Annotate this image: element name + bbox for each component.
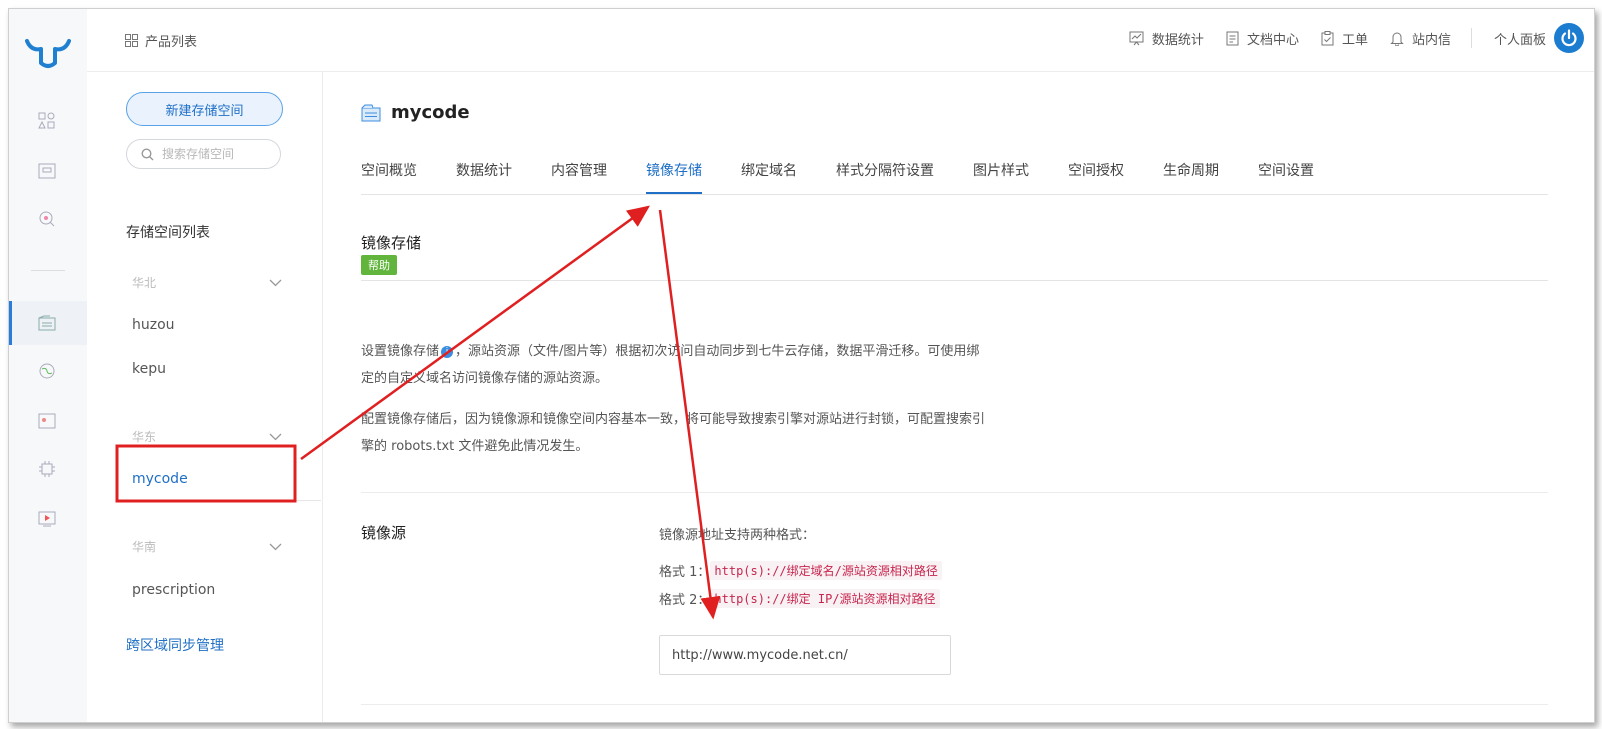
tab-separator-settings[interactable]: 样式分隔符设置 xyxy=(836,158,934,194)
region-north[interactable]: 华北 xyxy=(132,274,282,291)
tab-lifecycle[interactable]: 生命周期 xyxy=(1163,158,1219,194)
cross-region-sync-link[interactable]: 跨区域同步管理 xyxy=(126,635,224,655)
bucket-search-input[interactable] xyxy=(160,146,274,162)
app-window: 产品列表 数据统计 文档中心 工单 站内信 个人面板 新建存储空间 搜索存储空间… xyxy=(8,8,1595,723)
tab-statistics[interactable]: 数据统计 xyxy=(456,158,512,194)
header-nav: 数据统计 文档中心 工单 站内信 个人面板 xyxy=(1107,23,1584,53)
main-content: mycode 空间概览 数据统计 内容管理 镜像存储 绑定域名 样式分隔符设置 … xyxy=(323,72,1594,722)
description-lead: 设置镜像存储 xyxy=(361,344,440,359)
nav-divider xyxy=(1470,28,1472,48)
bucket-header: mycode xyxy=(361,102,470,123)
chevron-down-icon xyxy=(269,279,282,286)
help-badge[interactable]: 帮助 xyxy=(361,255,397,275)
tab-image-styles[interactable]: 图片样式 xyxy=(973,158,1029,194)
nav-ticket-label: 工单 xyxy=(1341,32,1368,48)
product-list-label: 产品列表 xyxy=(145,35,198,50)
bucket-title: mycode xyxy=(391,102,470,123)
bucket-sidebar: 新建存储空间 存储空间列表 华北 huzou kepu 华东 mycode 华南… xyxy=(87,72,323,722)
bucket-item-mycode[interactable]: mycode xyxy=(132,471,188,487)
search-ops-icon[interactable] xyxy=(37,209,57,229)
bucket-item-prescription[interactable]: prescription xyxy=(132,582,215,598)
mirror-source-input[interactable] xyxy=(659,635,951,675)
nav-ticket[interactable]: 工单 xyxy=(1321,29,1368,48)
storage-icon[interactable] xyxy=(37,313,57,333)
tab-authorization[interactable]: 空间授权 xyxy=(1068,158,1124,194)
format-1-code: http(s)://绑定域名/源站资源相对路径 xyxy=(710,561,942,580)
chip-icon[interactable] xyxy=(37,459,57,479)
region-north-label: 华北 xyxy=(132,276,157,290)
region-east[interactable]: 华东 xyxy=(132,428,282,445)
qiniu-logo[interactable] xyxy=(23,33,73,73)
bell-icon xyxy=(1390,32,1404,46)
tab-overview[interactable]: 空间概览 xyxy=(361,158,417,194)
chevron-down-icon xyxy=(269,433,282,440)
format-2-code: http(s)://绑定 IP/源站资源相对路径 xyxy=(710,589,940,608)
nav-data-stats-label: 数据统计 xyxy=(1151,32,1204,48)
bucket-list-title: 存储空间列表 xyxy=(126,225,210,241)
document-icon xyxy=(1226,31,1239,45)
rail-divider xyxy=(31,270,65,271)
tab-settings[interactable]: 空间设置 xyxy=(1258,158,1314,194)
divider xyxy=(361,280,1548,281)
new-bucket-button[interactable]: 新建存储空间 xyxy=(126,92,283,126)
mirror-source-label: 镜像源 xyxy=(361,524,407,542)
region-east-label: 华东 xyxy=(132,430,157,444)
description-rest: ，源站资源（文件/图片等）根据初次访问自动同步到七牛云存储，数据平滑迁移。可使用… xyxy=(361,344,980,386)
grid-icon xyxy=(125,34,138,47)
personal-panel-label: 个人面板 xyxy=(1493,32,1546,48)
bucket-search[interactable] xyxy=(126,139,281,169)
format-1: 格式 1： http(s)://绑定域名/源站资源相对路径 xyxy=(659,561,942,580)
chevron-down-icon xyxy=(269,543,282,550)
globe-icon[interactable] xyxy=(37,361,57,381)
format-1-label: 格式 1： xyxy=(659,565,711,580)
info-icon[interactable]: i xyxy=(441,345,454,358)
nav-docs[interactable]: 文档中心 xyxy=(1226,29,1299,48)
nav-data-stats[interactable]: 数据统计 xyxy=(1129,29,1204,48)
nav-messages[interactable]: 站内信 xyxy=(1390,29,1451,48)
format-intro: 镜像源地址支持两种格式： xyxy=(659,528,816,543)
bucket-item-huzou[interactable]: huzou xyxy=(132,317,175,333)
top-header: 产品列表 数据统计 文档中心 工单 站内信 个人面板 xyxy=(87,9,1594,72)
nav-docs-label: 文档中心 xyxy=(1246,32,1299,48)
product-list-link[interactable]: 产品列表 xyxy=(125,31,197,50)
section-title: 镜像存储 xyxy=(361,234,422,252)
active-bucket-underline xyxy=(132,500,321,501)
bucket-tabs: 空间概览 数据统计 内容管理 镜像存储 绑定域名 样式分隔符设置 图片样式 空间… xyxy=(361,158,1548,195)
divider xyxy=(361,704,1548,705)
nav-messages-label: 站内信 xyxy=(1411,32,1451,48)
format-2: 格式 2： http(s)://绑定 IP/源站资源相对路径 xyxy=(659,589,940,608)
clipboard-icon xyxy=(1321,30,1334,45)
bucket-icon xyxy=(361,104,381,121)
description-paragraph-1: 设置镜像存储 i ，源站资源（文件/图片等）根据初次访问自动同步到七牛云存储，数据平… xyxy=(361,338,991,392)
divider xyxy=(361,492,1548,493)
format-2-label: 格式 2： xyxy=(659,593,711,608)
shapes-icon[interactable] xyxy=(37,111,57,131)
bucket-item-kepu[interactable]: kepu xyxy=(132,361,166,377)
id-card-icon[interactable] xyxy=(37,161,57,181)
icon-rail xyxy=(9,9,88,722)
personal-panel[interactable]: 个人面板 xyxy=(1494,29,1546,48)
tab-domains[interactable]: 绑定域名 xyxy=(741,158,797,194)
chart-icon xyxy=(1129,31,1144,45)
media-card-icon[interactable] xyxy=(37,411,57,431)
description-paragraph-2: 配置镜像存储后，因为镜像源和镜像空间内容基本一致，将可能导致搜索引擎对源站进行封… xyxy=(361,412,986,454)
tab-content[interactable]: 内容管理 xyxy=(551,158,607,194)
region-south-label: 华南 xyxy=(132,540,157,554)
video-icon[interactable] xyxy=(37,509,57,529)
avatar[interactable] xyxy=(1554,23,1584,53)
power-icon xyxy=(1561,29,1577,47)
tab-mirror-storage[interactable]: 镜像存储 xyxy=(646,158,702,194)
search-icon xyxy=(141,147,154,160)
region-south[interactable]: 华南 xyxy=(132,538,282,555)
